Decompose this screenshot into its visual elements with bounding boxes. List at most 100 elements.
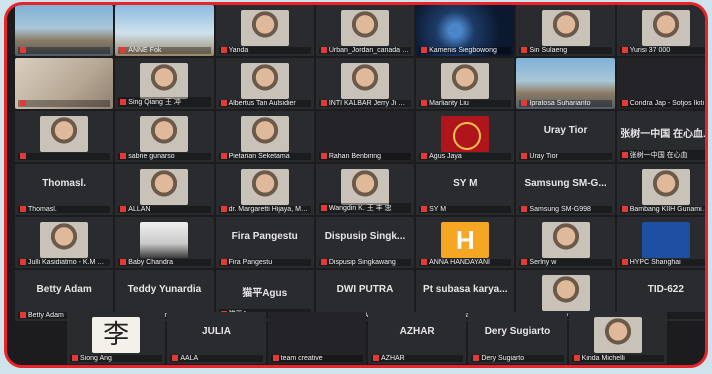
participant-video <box>340 169 389 205</box>
participant-tile[interactable] <box>15 111 114 162</box>
participant-tile[interactable]: Bambang KIIH Gunamitas <box>616 164 705 215</box>
participant-tile[interactable]: INTI KALBAR Jerry Ji Kom M... <box>315 58 415 109</box>
participant-name: Samsung SM-G998 <box>529 206 591 213</box>
participant-label: Kinda Michelli <box>571 355 664 362</box>
muted-mic-icon <box>120 153 127 160</box>
participant-label: Kamenis Siegbowong <box>419 47 512 54</box>
participant-label: Albertus Tan Aulsidier <box>218 100 311 107</box>
participant-tile[interactable]: Albertus Tan Aulsidier <box>215 58 314 109</box>
participant-name: sabrie gunarso <box>128 153 175 160</box>
participant-tile[interactable]: Sing Qiang 王 冲 <box>115 58 214 109</box>
participant-tile[interactable]: Dery Sugiarto Dery Sugiarto <box>468 312 567 364</box>
participant-tile[interactable]: ALLAN <box>115 164 214 215</box>
participant-tile[interactable]: H ANNA HANDAYANI <box>416 217 515 268</box>
participant-label: Rahan Benbiring <box>318 153 412 160</box>
participant-video <box>441 116 490 152</box>
participant-tile[interactable] <box>15 5 114 56</box>
participant-tile[interactable]: Serlny w <box>516 217 615 268</box>
muted-mic-icon <box>521 47 528 54</box>
participant-name: ANNA HANDAYANI <box>429 259 490 266</box>
participant-display-name: Dispusip Singk... <box>324 231 406 242</box>
participant-tile[interactable]: JULIA AALA <box>167 312 266 364</box>
participant-name: Agus Jaya <box>429 153 462 160</box>
participant-tile[interactable]: dr. Margaretti Hijaya, M.M. <box>215 164 314 215</box>
participant-tile[interactable]: Marlianty Liu <box>416 58 515 109</box>
participant-tile[interactable]: Agus Jaya <box>416 111 515 162</box>
participant-tile[interactable]: Julli Kasidiatmo - K.M Guang... <box>15 217 114 268</box>
participant-label: team creative <box>270 355 363 362</box>
video-conference-window: ANNE Fok Yanda Urban_Jordan_canada Mini Kam… <box>4 2 708 368</box>
participant-tile[interactable]: Condra Jap - Sotjos Ikiti <box>616 58 705 109</box>
participant-label: Sing Qiang 王 冲 <box>118 97 211 107</box>
muted-mic-icon <box>621 152 628 159</box>
participant-video <box>541 10 590 46</box>
muted-mic-icon <box>172 355 179 362</box>
participant-tile[interactable]: 张树一中国 在心血... 张树一中国 在心血 <box>616 111 705 162</box>
participant-video <box>641 169 690 205</box>
participant-video <box>40 222 89 258</box>
participant-tile[interactable]: Rahan Benbiring <box>315 111 415 162</box>
participant-tile[interactable]: Thomasl. Thomasl. <box>15 164 114 215</box>
participant-tile[interactable]: Dispusip Singk... Dispusip Singkawang <box>315 217 415 268</box>
muted-mic-icon <box>521 206 528 213</box>
participant-tile[interactable]: Yurisi 37 000 <box>616 5 705 56</box>
participant-label: HYPC Shanghai <box>619 259 705 266</box>
participant-name: team creative <box>280 355 323 362</box>
participant-name: Siong Ang <box>80 355 112 362</box>
participant-video <box>541 222 590 258</box>
participant-tile[interactable]: sabrie gunarso <box>115 111 214 162</box>
participant-video <box>593 317 642 353</box>
muted-mic-icon <box>20 259 26 266</box>
participant-video <box>541 275 590 311</box>
participant-name: Uray Tior <box>529 153 558 160</box>
participant-tile[interactable]: 李 Siong Ang <box>67 312 166 364</box>
participant-tile[interactable]: Baby Chandra <box>115 217 214 268</box>
participant-name: Sing Qiang 王 冲 <box>128 99 181 106</box>
participant-tile[interactable]: team creative <box>267 312 366 364</box>
participant-label: Urban_Jordan_canada Mini <box>318 47 412 54</box>
participant-tile[interactable]: Samsung SM-G... Samsung SM-G998 <box>516 164 615 215</box>
muted-mic-icon <box>320 259 327 266</box>
participant-label: ANNA HANDAYANI <box>419 259 512 266</box>
participant-name: dr. Margaretti Hijaya, M.M. <box>228 206 311 213</box>
participant-tile[interactable]: Kinda Michelli <box>568 312 667 364</box>
participant-tile[interactable]: Sin Sulaeng <box>516 5 615 56</box>
participant-tile[interactable]: Urban_Jordan_canada Mini <box>315 5 415 56</box>
participant-label: ALLAN <box>118 206 211 213</box>
muted-mic-icon <box>521 259 528 266</box>
participant-name: Sin Sulaeng <box>529 47 568 54</box>
muted-mic-icon <box>120 206 127 213</box>
participant-tile[interactable]: AZHAR AZHAR <box>368 312 467 364</box>
participant-name: Wangdin K. 王 丰 忠 <box>328 205 392 212</box>
participant-tile[interactable]: Ipratosa Suharianto <box>516 58 615 109</box>
participant-name: Condra Jap - Sotjos Ikiti <box>629 100 705 107</box>
participant-video <box>140 222 189 258</box>
participant-label: Sin Sulaeng <box>519 47 612 54</box>
participant-label: AALA <box>170 355 263 362</box>
participant-video <box>340 10 389 46</box>
participant-tile[interactable]: Yanda <box>215 5 314 56</box>
participant-label: Condra Jap - Sotjos Ikiti <box>619 100 705 107</box>
participant-video <box>140 116 189 152</box>
participant-tile[interactable]: Wangdin K. 王 丰 忠 <box>315 164 415 215</box>
participant-tile[interactable]: Fira Pangestu Fira Pangestu <box>215 217 314 268</box>
participant-tile[interactable]: ANNE Fok <box>115 5 214 56</box>
muted-mic-icon <box>72 355 78 362</box>
participant-tile[interactable]: Pietarian Seketama <box>215 111 314 162</box>
participant-display-name: Dery Sugiarto <box>484 326 551 337</box>
participant-name: Pietarian Seketama <box>228 153 290 160</box>
participant-name: 张树一中国 在心血 <box>629 152 688 159</box>
participant-name: Serlny w <box>529 259 557 266</box>
participant-display-name: Thomasl. <box>42 178 87 189</box>
participant-tile[interactable]: HYPC Shanghai <box>616 217 705 268</box>
participant-tile[interactable]: Kamenis Siegbowong <box>416 5 515 56</box>
participant-tile[interactable]: SY M SY M <box>416 164 515 215</box>
participant-tile[interactable]: Uray Tior Uray Tior <box>516 111 615 162</box>
muted-mic-icon <box>20 153 26 160</box>
participant-label: Julli Kasidiatmo - K.M Guang... <box>18 259 111 266</box>
muted-mic-icon <box>421 153 428 160</box>
participant-video <box>641 10 690 46</box>
participant-label: Uray Tior <box>519 153 612 160</box>
muted-mic-icon <box>220 259 227 266</box>
participant-tile[interactable] <box>15 58 114 109</box>
